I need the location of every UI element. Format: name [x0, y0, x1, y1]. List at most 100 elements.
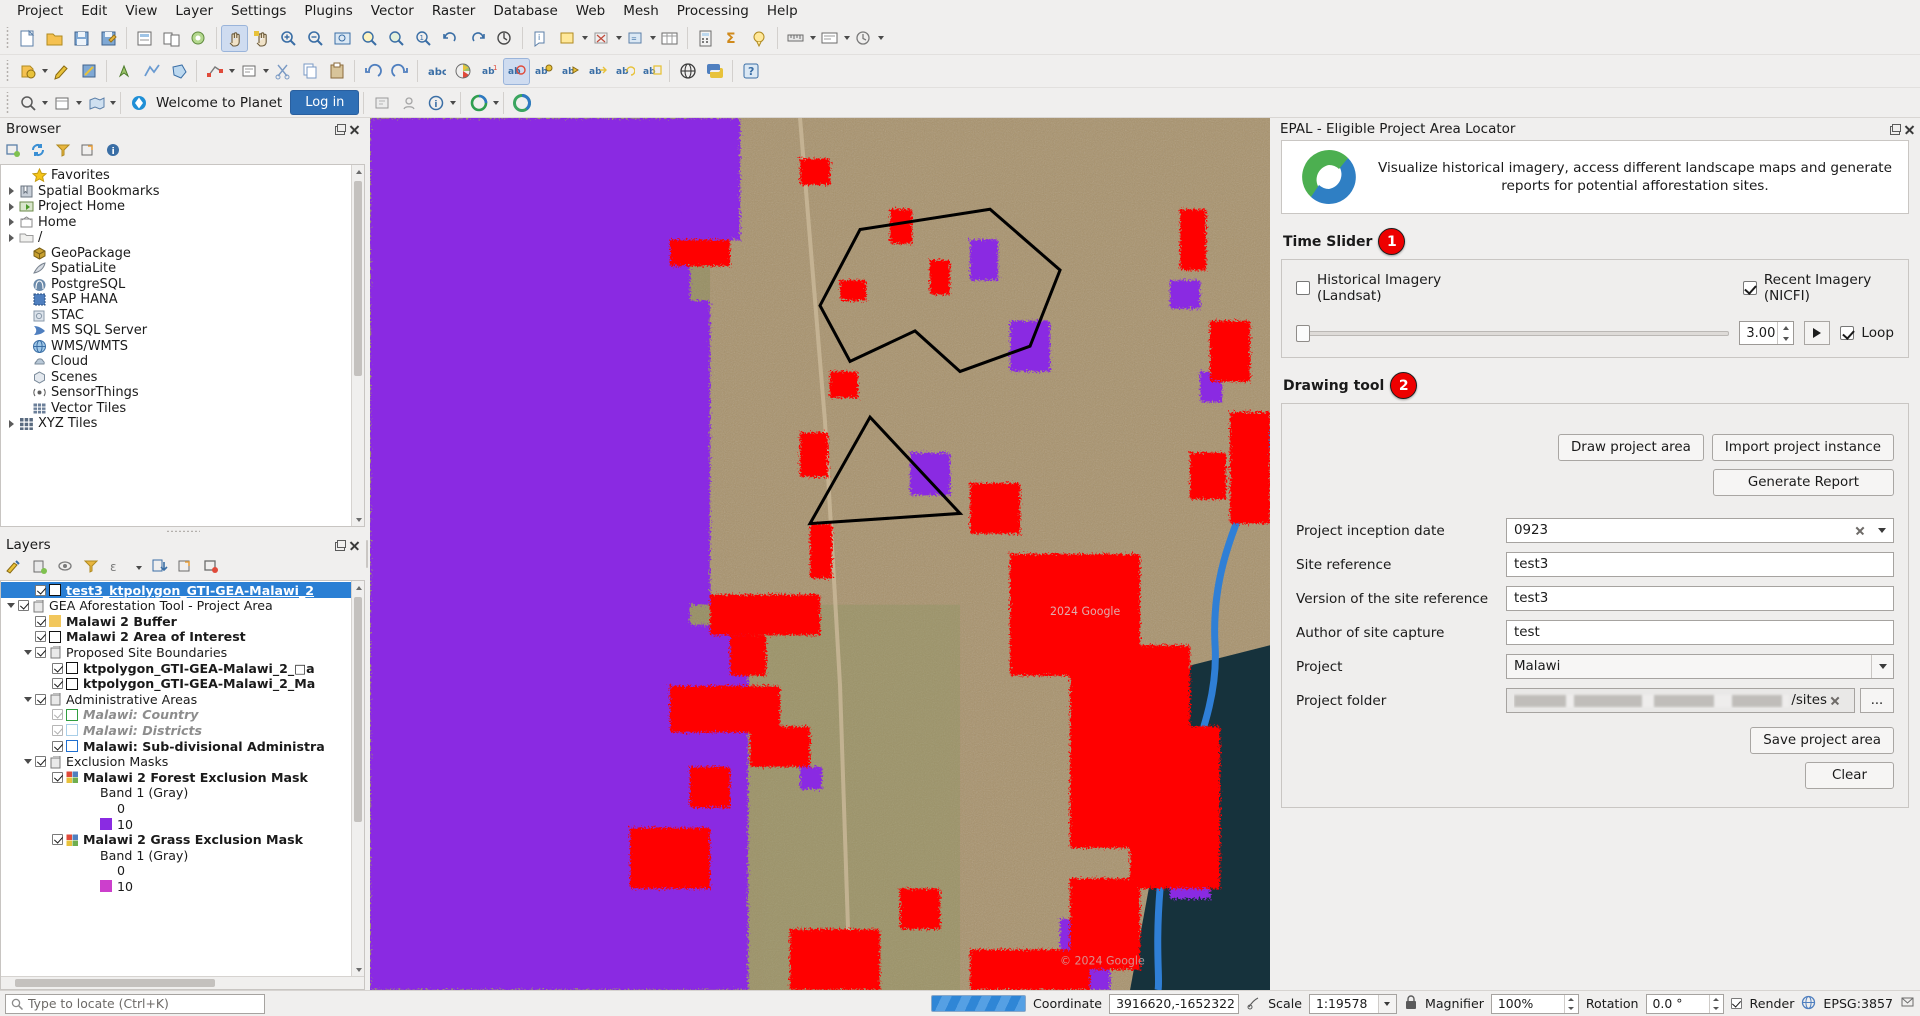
clear-icon[interactable]: [1852, 523, 1868, 539]
filter-legend-icon[interactable]: [83, 558, 100, 579]
layer-group-administrative-areas[interactable]: Administrative Areas: [1, 691, 364, 707]
browser-close-icon[interactable]: [348, 123, 361, 136]
layer-group-gea-aforestation-tool-project-area[interactable]: GEA Aforestation Tool - Project Area: [1, 598, 364, 614]
recent-imagery-checkbox[interactable]: Recent Imagery (NICFI): [1742, 272, 1894, 304]
copy-features-icon[interactable]: [296, 58, 323, 85]
browser-item-favorites[interactable]: Favorites: [1, 168, 364, 184]
planet-tasking-icon[interactable]: [368, 89, 395, 116]
layer-item-malawi-sub-divisional-administra[interactable]: Malawi: Sub-divisional Administra: [1, 738, 364, 754]
layer-visibility-checkbox[interactable]: [35, 631, 46, 643]
pan-to-selection-icon[interactable]: [248, 25, 275, 52]
help-icon[interactable]: ?: [737, 58, 764, 85]
map-canvas[interactable]: 2024 Google © 2024 Google: [369, 118, 1270, 990]
import-project-instance-button[interactable]: Import project instance: [1711, 434, 1894, 461]
diagram-icon[interactable]: [449, 58, 476, 85]
layer-visibility-checkbox[interactable]: [52, 709, 63, 721]
menu-mesh[interactable]: Mesh: [614, 1, 668, 21]
style-manager-icon[interactable]: [185, 25, 212, 52]
version-of-site-reference-input[interactable]: test3: [1506, 586, 1894, 611]
layer-visibility-checkbox[interactable]: [52, 662, 63, 674]
layer-item-malawi-districts[interactable]: Malawi: Districts: [1, 723, 364, 739]
new-print-layout-icon[interactable]: [131, 25, 158, 52]
zoom-in-icon[interactable]: [275, 25, 302, 52]
layer-visibility-checkbox[interactable]: [52, 834, 63, 846]
zoom-selection-icon[interactable]: [356, 25, 383, 52]
speed-spinbox[interactable]: 3.00: [1739, 321, 1795, 345]
menu-edit[interactable]: Edit: [72, 1, 116, 21]
dock-close-icon[interactable]: [1903, 123, 1916, 136]
scroll-down-icon[interactable]: [352, 513, 364, 526]
browser-item-sap-hana[interactable]: SAP HANA: [1, 292, 364, 308]
clear-button[interactable]: Clear: [1804, 762, 1894, 789]
pan-map-icon[interactable]: [221, 24, 248, 52]
layer-item-0[interactable]: 0: [1, 863, 364, 879]
browser-item--[interactable]: /: [1, 230, 364, 246]
layer-visibility-checkbox[interactable]: [52, 771, 63, 783]
layer-visibility-checkbox[interactable]: [52, 724, 63, 736]
vertex-tool-icon[interactable]: [201, 58, 228, 85]
temporal-controller-icon[interactable]: [850, 25, 877, 52]
select-by-value-icon[interactable]: =: [622, 25, 649, 52]
label-pin-icon[interactable]: ab: [530, 58, 557, 85]
statistics-icon[interactable]: Σ: [719, 25, 746, 52]
toolbar-grip[interactable]: [5, 27, 11, 49]
label-abc-icon[interactable]: abc: [422, 58, 449, 85]
browser-item-scenes[interactable]: Scenes: [1, 370, 364, 386]
layer-group-proposed-site-boundaries[interactable]: Proposed Site Boundaries: [1, 645, 364, 661]
layer-item-malawi-2-area-of-interest[interactable]: Malawi 2 Area of Interest: [1, 629, 364, 645]
render-checkbox[interactable]: Render: [1730, 996, 1794, 1011]
cut-features-icon[interactable]: [269, 58, 296, 85]
zoom-full-icon[interactable]: [329, 25, 356, 52]
scroll-up-icon[interactable]: [352, 165, 364, 178]
menu-database[interactable]: Database: [484, 1, 566, 21]
browser-item-geopackage[interactable]: GeoPackage: [1, 246, 364, 262]
expand-arrow-icon[interactable]: [5, 202, 18, 211]
layer-visibility-checkbox[interactable]: [52, 678, 63, 690]
layer-item-malawi-2-buffer[interactable]: Malawi 2 Buffer: [1, 614, 364, 630]
label-move-icon[interactable]: ab: [584, 58, 611, 85]
chevron-down-icon[interactable]: [1878, 528, 1886, 533]
expand-arrow-icon[interactable]: [5, 419, 18, 428]
menu-raster[interactable]: Raster: [423, 1, 485, 21]
project-folder-input[interactable]: /sites: [1506, 688, 1855, 713]
browser-item-cloud[interactable]: Cloud: [1, 354, 364, 370]
layer-item-test3-ktpolygon-gti-gea-malawi-2[interactable]: test3_ktpolygon_GTI-GEA-Malawi_2: [1, 582, 364, 598]
browser-item-xyz-tiles[interactable]: XYZ Tiles: [1, 416, 364, 432]
new-project-icon[interactable]: [14, 25, 41, 52]
layer-item-malawi-country[interactable]: Malawi: Country: [1, 707, 364, 723]
zoom-last-icon[interactable]: [437, 25, 464, 52]
chevron-down-icon[interactable]: [1377, 994, 1396, 1013]
layout-manager-icon[interactable]: [158, 25, 185, 52]
zoom-native-icon[interactable]: 1: [410, 25, 437, 52]
project-inception-date-input[interactable]: 0923: [1506, 518, 1894, 543]
panel-splitter[interactable]: [0, 527, 365, 535]
modify-attributes-icon[interactable]: [235, 58, 262, 85]
expand-arrow-icon[interactable]: [5, 218, 18, 227]
layer-visibility-checkbox[interactable]: [18, 600, 29, 612]
undo-icon[interactable]: [359, 58, 386, 85]
collapse-all-icon[interactable]: [80, 142, 96, 162]
collapse-all-icon[interactable]: [177, 558, 194, 579]
planet-login-button[interactable]: Log in: [290, 90, 360, 115]
layer-item-ktpolygon-gti-gea-malawi-2-ma[interactable]: ktpolygon_GTI-GEA-Malawi_2_Ma: [1, 676, 364, 692]
menu-help[interactable]: Help: [758, 1, 807, 21]
menu-web[interactable]: Web: [567, 1, 614, 21]
globe-icon[interactable]: [674, 58, 701, 85]
layers-close-icon[interactable]: [348, 539, 361, 552]
show-map-tips-icon[interactable]: [746, 25, 773, 52]
time-slider-control[interactable]: [1296, 324, 1730, 342]
open-project-icon[interactable]: [41, 25, 68, 52]
filter-icon[interactable]: [55, 142, 71, 162]
add-polygon-feature-icon[interactable]: [165, 58, 192, 85]
info-icon[interactable]: i: [105, 142, 121, 162]
spin-arrows[interactable]: [1777, 322, 1793, 344]
deselect-icon[interactable]: [588, 25, 615, 52]
browse-folder-button[interactable]: ...: [1860, 688, 1894, 713]
chevron-down-icon[interactable]: [493, 100, 500, 105]
toggle-editing-icon[interactable]: [48, 58, 75, 85]
planet-user-icon[interactable]: [395, 89, 422, 116]
collapse-arrow-icon[interactable]: [4, 603, 18, 609]
browser-item-vector-tiles[interactable]: Vector Tiles: [1, 401, 364, 417]
layer-group-exclusion-masks[interactable]: Exclusion Masks: [1, 754, 364, 770]
map-tips-icon[interactable]: [816, 25, 843, 52]
